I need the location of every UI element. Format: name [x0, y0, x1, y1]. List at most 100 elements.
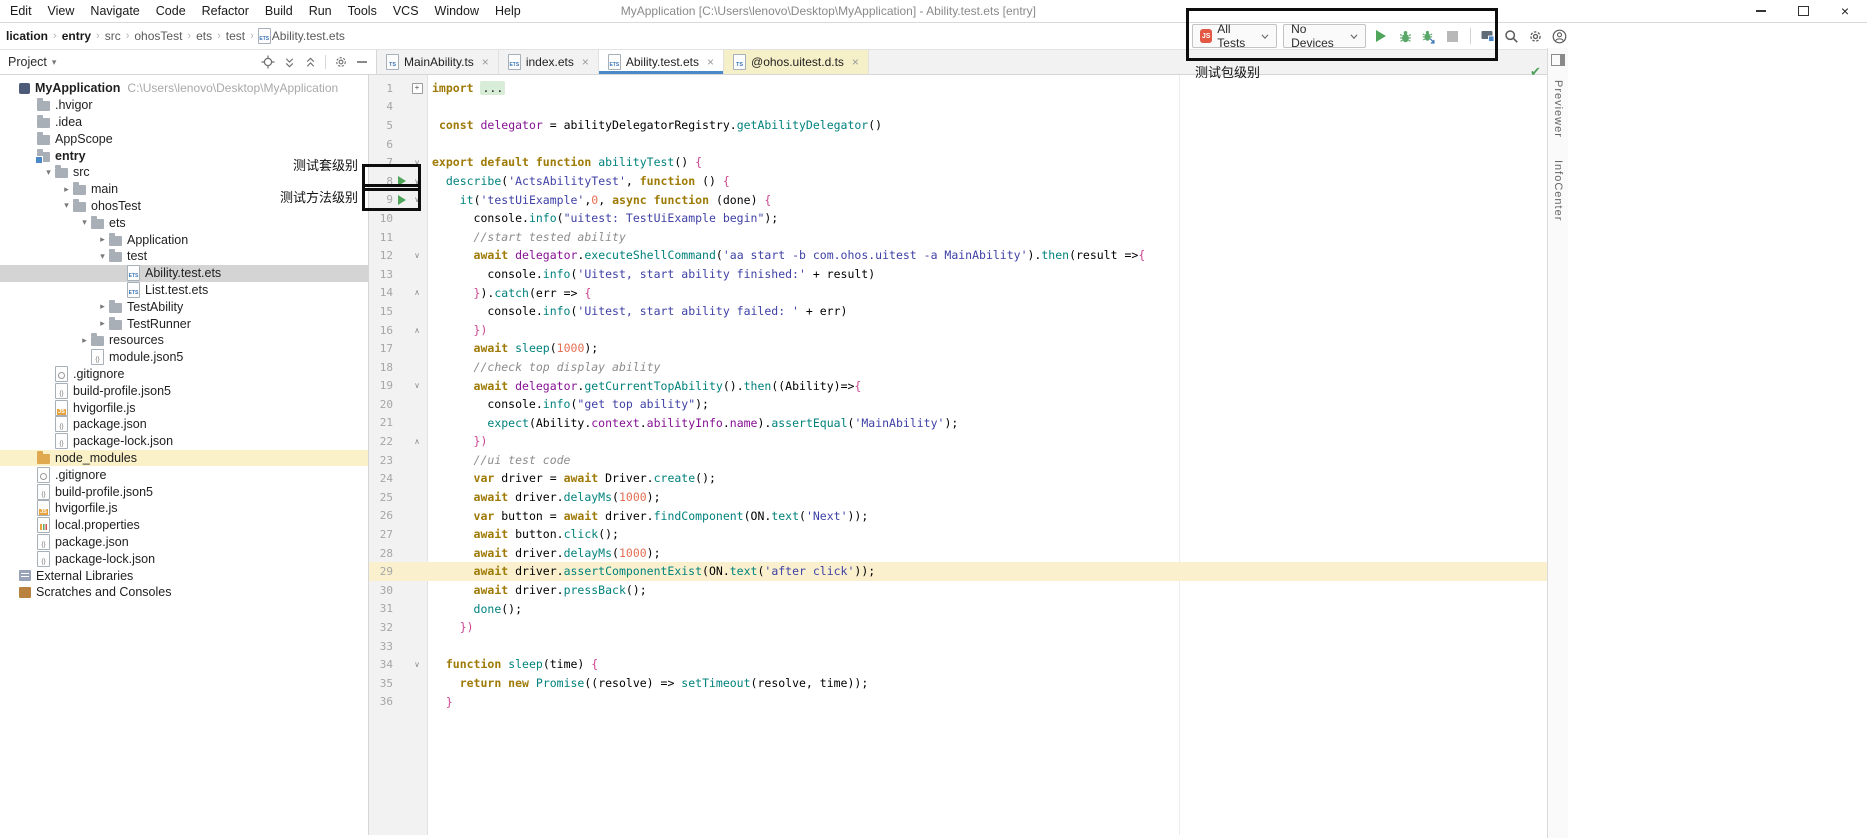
chevron-collapsed-icon[interactable]: ▸ — [96, 234, 109, 245]
fold-marker-icon[interactable]: ∧ — [410, 437, 424, 446]
chevron-collapsed-icon[interactable]: ▸ — [96, 301, 109, 312]
expand-all-icon[interactable] — [283, 56, 296, 69]
collapse-all-icon[interactable] — [304, 56, 317, 69]
chevron-collapsed-icon[interactable]: ▸ — [60, 184, 73, 195]
menu-item-vcs[interactable]: VCS — [385, 4, 427, 18]
code-line-30[interactable]: 30 await driver.pressBack(); — [369, 581, 1547, 600]
tab-mainability-ts[interactable]: MainAbility.ts× — [377, 50, 499, 74]
menu-item-window[interactable]: Window — [427, 4, 487, 18]
code-line-16[interactable]: 16∧ }) — [369, 321, 1547, 340]
code-line-21[interactable]: 21 expect(Ability.context.abilityInfo.na… — [369, 414, 1547, 433]
device-manager-icon[interactable] — [1479, 26, 1497, 46]
close-icon[interactable]: × — [482, 55, 489, 69]
close-icon[interactable]: × — [852, 55, 859, 69]
maximize-icon[interactable] — [1797, 5, 1809, 17]
breadcrumb-item-ability-test-ets[interactable]: Ability.test.ets — [271, 29, 346, 43]
chevron-collapsed-icon[interactable]: ▸ — [78, 335, 91, 346]
tree-item-package-lock-json[interactable]: package-lock.json — [0, 433, 368, 450]
menu-item-tools[interactable]: Tools — [340, 4, 385, 18]
code-line-24[interactable]: 24 var driver = await Driver.create(); — [369, 469, 1547, 488]
code-line-1[interactable]: 1+import ... — [369, 79, 1547, 98]
debug-icon[interactable] — [1396, 26, 1414, 46]
code-line-17[interactable]: 17 await sleep(1000); — [369, 339, 1547, 358]
fold-marker-icon[interactable]: ∨ — [410, 158, 424, 167]
code-line-33[interactable]: 33 — [369, 637, 1547, 656]
menu-item-refactor[interactable]: Refactor — [194, 4, 257, 18]
close-icon[interactable]: × — [582, 55, 589, 69]
tree-item-package-lock-json[interactable]: package-lock.json — [0, 550, 368, 567]
code-line-9[interactable]: 9∨ it('testUiExample',0, async function … — [369, 191, 1547, 210]
tree-item-test[interactable]: ▾test — [0, 248, 368, 265]
tree-item-testrunner[interactable]: ▸TestRunner — [0, 315, 368, 332]
fold-marker-icon[interactable]: ∨ — [410, 177, 424, 186]
profile-icon[interactable] — [1550, 26, 1568, 46]
fold-marker-icon[interactable]: ∨ — [410, 195, 424, 204]
close-icon[interactable]: × — [1839, 5, 1851, 17]
fold-marker-icon[interactable]: ∧ — [410, 326, 424, 335]
tree-item-hvigorfile-js[interactable]: hvigorfile.js — [0, 500, 368, 517]
code-line-5[interactable]: 5 const delegator = abilityDelegatorRegi… — [369, 116, 1547, 135]
code-line-19[interactable]: 19∨ await delegator.getCurrentTopAbility… — [369, 377, 1547, 396]
breadcrumb-item-ets[interactable]: ets — [195, 29, 213, 43]
locate-icon[interactable] — [261, 55, 275, 69]
code-line-28[interactable]: 28 await driver.delayMs(1000); — [369, 544, 1547, 563]
code-line-18[interactable]: 18 //check top display ability — [369, 358, 1547, 377]
hide-panel-icon[interactable] — [356, 56, 368, 68]
chevron-collapsed-icon[interactable]: ▸ — [96, 318, 109, 329]
fold-expand-icon[interactable]: + — [410, 83, 424, 94]
menu-item-code[interactable]: Code — [148, 4, 194, 18]
run-configuration-select[interactable]: JS All Tests — [1192, 24, 1277, 48]
debug-attach-icon[interactable] — [1420, 26, 1438, 46]
code-editor[interactable]: 1+import ...45 const delegator = ability… — [369, 75, 1547, 835]
run-test-icon[interactable] — [393, 195, 410, 205]
tool-window-button-infocenter[interactable]: InfoCenter — [1552, 160, 1564, 221]
inspections-ok-icon[interactable]: ✔ — [1530, 64, 1541, 80]
fold-marker-icon[interactable]: ∨ — [410, 381, 424, 390]
tab-ohos-uitest-d-ts[interactable]: @ohos.uitest.d.ts× — [724, 50, 869, 74]
tree-item-application[interactable]: ▸Application — [0, 231, 368, 248]
tree-item-local-properties[interactable]: local.properties — [0, 517, 368, 534]
tree-item-hvigorfile-js[interactable]: hvigorfile.js — [0, 399, 368, 416]
code-line-8[interactable]: 8∨ describe('ActsAbilityTest', function … — [369, 172, 1547, 191]
code-line-35[interactable]: 35 return new Promise((resolve) => setTi… — [369, 674, 1547, 693]
minimize-icon[interactable] — [1755, 5, 1767, 17]
menu-item-navigate[interactable]: Navigate — [82, 4, 147, 18]
settings-gear-icon[interactable] — [1526, 26, 1544, 46]
tree-item-appscope[interactable]: AppScope — [0, 130, 368, 147]
code-line-13[interactable]: 13 console.info('Uitest, start ability f… — [369, 265, 1547, 284]
code-line-23[interactable]: 23 //ui test code — [369, 451, 1547, 470]
tree-item-idea[interactable]: .idea — [0, 114, 368, 131]
code-line-26[interactable]: 26 var button = await driver.findCompone… — [369, 507, 1547, 526]
breadcrumb-item-lication[interactable]: lication — [5, 29, 49, 43]
code-line-29[interactable]: 29 await driver.assertComponentExist(ON.… — [369, 562, 1547, 581]
menu-item-help[interactable]: Help — [487, 4, 529, 18]
code-line-31[interactable]: 31 done(); — [369, 600, 1547, 619]
code-line-22[interactable]: 22∧ }) — [369, 432, 1547, 451]
code-line-6[interactable]: 6 — [369, 135, 1547, 154]
tree-item-external-libraries[interactable]: External Libraries — [0, 567, 368, 584]
stop-icon[interactable] — [1444, 26, 1462, 46]
code-line-27[interactable]: 27 await button.click(); — [369, 525, 1547, 544]
tool-window-icon[interactable] — [1551, 54, 1565, 66]
tool-window-button-previewer[interactable]: Previewer — [1552, 80, 1564, 138]
code-line-12[interactable]: 12∨ await delegator.executeShellCommand(… — [369, 246, 1547, 265]
code-line-15[interactable]: 15 console.info('Uitest, start ability f… — [369, 302, 1547, 321]
breadcrumb-item-src[interactable]: src — [104, 29, 122, 43]
device-select[interactable]: No Devices — [1283, 24, 1366, 48]
close-icon[interactable]: × — [707, 55, 714, 69]
tree-item-resources[interactable]: ▸resources — [0, 332, 368, 349]
code-line-14[interactable]: 14∧ }).catch(err => { — [369, 284, 1547, 303]
fold-marker-icon[interactable]: ∧ — [410, 288, 424, 297]
menu-item-view[interactable]: View — [40, 4, 83, 18]
tree-item-build-profile-json5[interactable]: build-profile.json5 — [0, 382, 368, 399]
breadcrumb-item-test[interactable]: test — [225, 29, 246, 43]
code-line-32[interactable]: 32 }) — [369, 618, 1547, 637]
tree-item-ability-test-ets[interactable]: Ability.test.ets — [0, 265, 368, 282]
tree-item-package-json[interactable]: package.json — [0, 416, 368, 433]
code-line-36[interactable]: 36 } — [369, 693, 1547, 712]
tab-index-ets[interactable]: index.ets× — [499, 50, 599, 74]
code-line-34[interactable]: 34∨ function sleep(time) { — [369, 655, 1547, 674]
tree-item-gitignore[interactable]: .gitignore — [0, 466, 368, 483]
search-icon[interactable] — [1502, 26, 1520, 46]
tree-item-module-json5[interactable]: module.json5 — [0, 349, 368, 366]
